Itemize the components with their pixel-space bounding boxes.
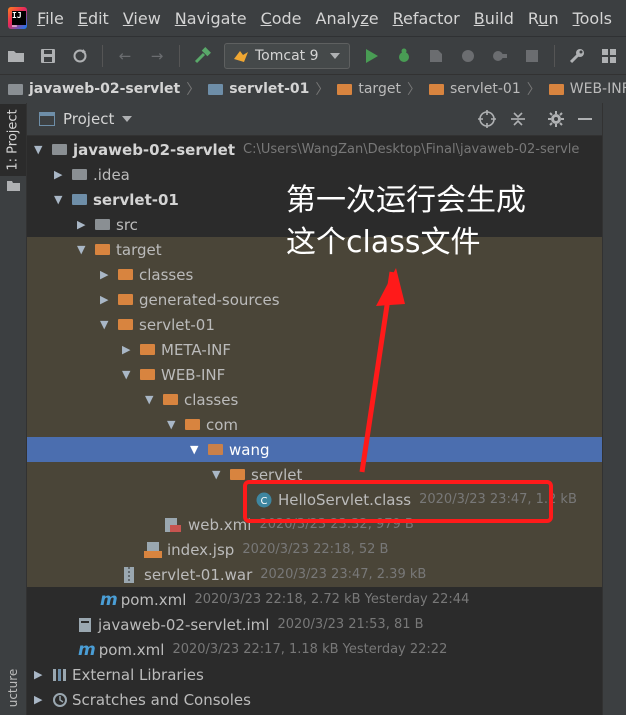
annotation-arrow-icon	[359, 268, 405, 473]
annotation-highlight-box	[243, 480, 553, 523]
